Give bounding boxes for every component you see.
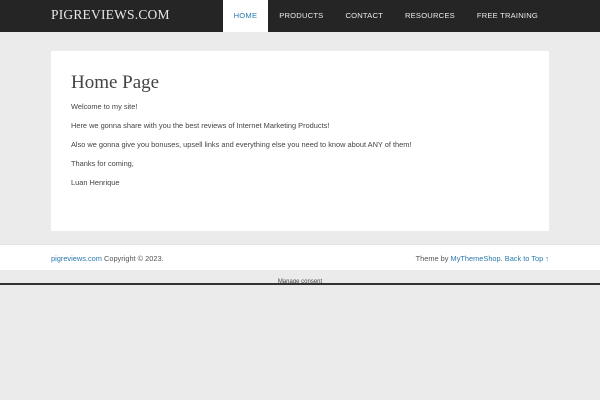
copyright-text: Copyright © 2023. xyxy=(101,254,164,263)
reviews-paragraph: Here we gonna share with you the best re… xyxy=(71,121,330,130)
theme-credit: Theme by MyThemeShop. Back to Top ↑ xyxy=(416,254,549,263)
nav-item-contact[interactable]: CONTACT xyxy=(334,0,394,32)
bonuses-paragraph: Also we gonna give you bonuses, upsell l… xyxy=(71,140,412,149)
page-title: Home Page xyxy=(71,72,160,93)
main-content-card: Home Page Welcome to my site! Here we go… xyxy=(51,51,549,231)
consent-divider xyxy=(0,283,600,285)
nav-item-home[interactable]: HOME xyxy=(222,0,269,32)
theme-author-link[interactable]: MyThemeShop xyxy=(451,254,501,263)
nav-item-resources[interactable]: RESOURCES xyxy=(394,0,466,32)
nav-item-free-training[interactable]: FREE TRAINING xyxy=(466,0,549,32)
top-navigation-bar: PIGREVIEWS.COM HOME PRODUCTS CONTACT RES… xyxy=(0,0,600,32)
site-footer: pigreviews.com Copyright © 2023. Theme b… xyxy=(0,244,600,270)
site-logo[interactable]: PIGREVIEWS.COM xyxy=(51,7,170,23)
post-entry: Welcome to my site! Here we gonna share … xyxy=(71,102,531,197)
consent-bar: Manage consent xyxy=(0,270,600,285)
theme-prefix-text: Theme by xyxy=(415,254,451,263)
main-nav: HOME PRODUCTS CONTACT RESOURCES FREE TRA… xyxy=(222,0,549,32)
nav-item-products[interactable]: PRODUCTS xyxy=(268,0,334,32)
author-signature: Luan Henrique xyxy=(71,178,120,187)
back-to-top-link[interactable]: Back to Top ↑ xyxy=(505,254,549,263)
welcome-paragraph: Welcome to my site! xyxy=(71,102,138,111)
thanks-paragraph: Thanks for coming, xyxy=(71,159,134,168)
copyright-notice: pigreviews.com Copyright © 2023. xyxy=(51,254,164,263)
footer-site-link[interactable]: pigreviews.com xyxy=(51,254,102,263)
